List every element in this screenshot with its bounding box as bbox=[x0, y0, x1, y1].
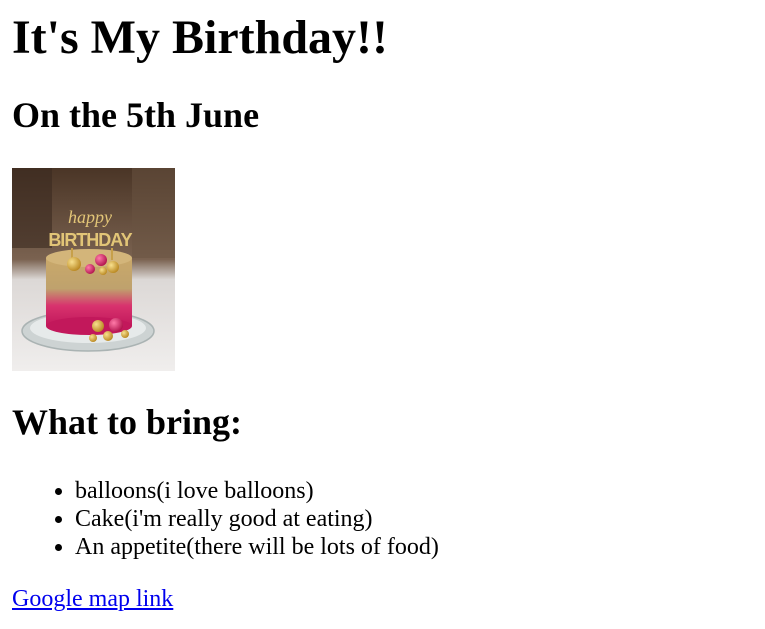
list-item: An appetite(there will be lots of food) bbox=[75, 533, 753, 561]
birthday-cake-image: happy BIRTHDAY bbox=[12, 168, 175, 371]
list-item: balloons(i love balloons) bbox=[75, 477, 753, 505]
date-heading: On the 5th June bbox=[12, 95, 260, 135]
svg-text:happy: happy bbox=[68, 207, 112, 227]
page-body: It's My Birthday!! On the 5th June happy… bbox=[0, 0, 765, 613]
what-to-bring-heading: What to bring: bbox=[12, 402, 243, 442]
bring-list: balloons(i love balloons) Cake(i'm reall… bbox=[12, 477, 753, 561]
google-map-link[interactable]: Google map link bbox=[12, 585, 173, 613]
page-title: It's My Birthday!! bbox=[12, 11, 388, 64]
list-item: Cake(i'm really good at eating) bbox=[75, 505, 753, 533]
svg-text:BIRTHDAY: BIRTHDAY bbox=[48, 230, 132, 250]
